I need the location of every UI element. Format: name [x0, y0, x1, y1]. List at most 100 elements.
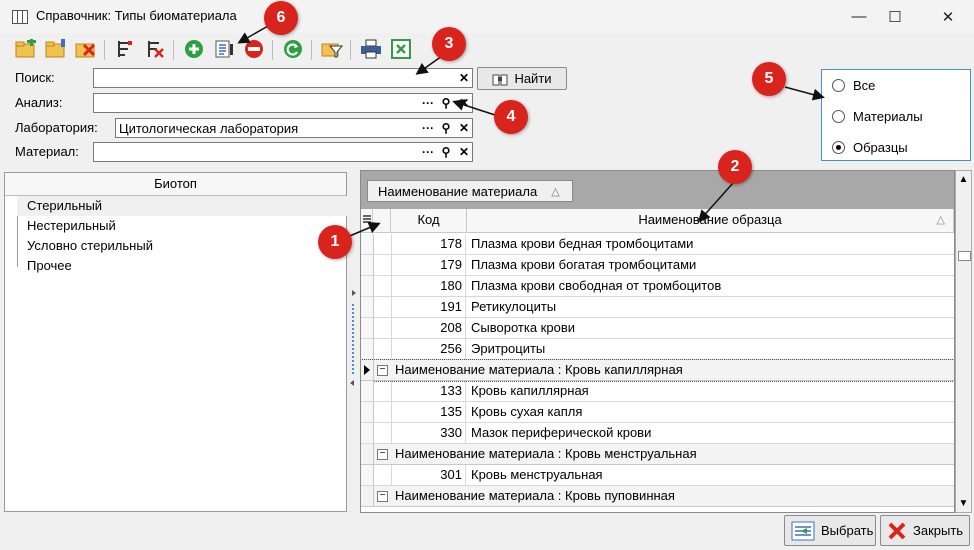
- cell-code: 135: [391, 402, 466, 422]
- close-button[interactable]: Закрыть: [880, 515, 970, 546]
- marker-6: 6: [264, 1, 298, 35]
- search-icon[interactable]: ⚲: [438, 144, 454, 160]
- row-indicator[interactable]: [361, 234, 374, 254]
- row-indicator[interactable]: [361, 297, 374, 317]
- group-row[interactable]: − Наименование материала : Кровь пуповинн…: [361, 486, 954, 507]
- material-label: Материал:: [15, 144, 79, 159]
- tree-item-conditionally-sterile[interactable]: Условно стерильный: [17, 236, 347, 256]
- collapse-group-icon[interactable]: −: [377, 449, 388, 460]
- row-indicator[interactable]: [361, 486, 374, 506]
- vertical-scrollbar[interactable]: ▲ ▼: [955, 170, 972, 513]
- search-icon[interactable]: ⚲: [438, 95, 454, 111]
- cell-name: Сыворотка крови: [471, 320, 575, 335]
- table-row[interactable]: 208 Сыворотка крови: [361, 318, 954, 339]
- column-chooser-icon[interactable]: [361, 209, 373, 233]
- table-row[interactable]: 179 Плазма крови богатая тромбоцитами: [361, 255, 954, 276]
- biotope-header[interactable]: Биотоп: [5, 173, 346, 196]
- radio-materials[interactable]: Материалы: [832, 109, 923, 124]
- row-indicator[interactable]: [361, 444, 374, 464]
- row-indicator[interactable]: [361, 276, 374, 296]
- table-row[interactable]: 191 Ретикулоциты: [361, 297, 954, 318]
- table-row[interactable]: 301 Кровь менструальная: [361, 465, 954, 486]
- collapse-group-icon[interactable]: −: [377, 491, 388, 502]
- row-indicator[interactable]: [361, 465, 374, 485]
- ellipsis-icon[interactable]: ···: [420, 120, 436, 136]
- clear-search-icon[interactable]: ✕: [456, 70, 472, 86]
- row-indicator[interactable]: [361, 381, 374, 401]
- group-row[interactable]: − Наименование материала : Кровь капилляр…: [361, 359, 954, 382]
- export-excel-button[interactable]: [389, 37, 413, 61]
- close-red-x-icon: [888, 522, 906, 539]
- search-input[interactable]: ✕: [93, 68, 473, 88]
- tree-delete-icon: [148, 41, 164, 58]
- row-indicator[interactable]: [361, 255, 374, 275]
- cell-code: 191: [391, 297, 466, 317]
- filter-folder-icon: [321, 43, 343, 58]
- delete-record-button[interactable]: [242, 37, 266, 61]
- row-indicator[interactable]: [361, 402, 374, 422]
- cell-name: Плазма крови свободная от тромбоцитов: [471, 278, 722, 293]
- group-by-chip[interactable]: Наименование материала △: [367, 180, 573, 202]
- radio-samples[interactable]: Образцы: [832, 140, 908, 155]
- maximize-button[interactable]: ☐: [872, 0, 918, 33]
- select-list-icon: [791, 521, 815, 540]
- search-icon[interactable]: ⚲: [438, 120, 454, 136]
- row-indicator[interactable]: [361, 318, 374, 338]
- cell-name: Кровь менструальная: [471, 467, 603, 482]
- tree-item-other[interactable]: Прочее: [17, 256, 347, 276]
- cell-code: 301: [391, 465, 466, 485]
- biotope-panel: Биотоп Стерильный Нестерильный Условно с…: [4, 172, 347, 512]
- group-label: Наименование материала : Кровь пуповинна…: [395, 488, 675, 503]
- find-button[interactable]: Найти: [477, 67, 567, 90]
- tree-item-sterile[interactable]: Стерильный: [17, 196, 347, 216]
- title-bar: Справочник: Типы биоматериала — ☐ ✕: [0, 0, 974, 33]
- cell-name: Кровь капиллярная: [471, 383, 589, 398]
- print-button[interactable]: [359, 37, 383, 61]
- ellipsis-icon[interactable]: ···: [420, 95, 436, 111]
- column-header-name[interactable]: Наименование образца △: [467, 209, 954, 233]
- scroll-down-icon[interactable]: ▼: [956, 495, 971, 512]
- lab-input[interactable]: Цитологическая лаборатория ··· ⚲ ✕: [115, 118, 473, 138]
- add-record-button[interactable]: [182, 37, 206, 61]
- cell-name: Ретикулоциты: [471, 299, 557, 314]
- radio-all[interactable]: Все: [832, 78, 875, 93]
- marker-5: 5: [752, 62, 786, 96]
- analysis-input[interactable]: ··· ⚲ ✕: [93, 93, 473, 113]
- edit-record-button[interactable]: [212, 37, 236, 61]
- marker-3: 3: [432, 27, 466, 61]
- row-indicator[interactable]: [361, 360, 374, 380]
- clear-material-icon[interactable]: ✕: [456, 144, 472, 160]
- table-row[interactable]: 135 Кровь сухая капля: [361, 402, 954, 423]
- material-input[interactable]: ··· ⚲ ✕: [93, 142, 473, 162]
- ellipsis-icon[interactable]: ···: [420, 144, 436, 160]
- row-indicator[interactable]: [361, 339, 374, 359]
- tree-structure-icon: [118, 41, 132, 57]
- scroll-up-icon[interactable]: ▲: [956, 171, 971, 188]
- select-button[interactable]: Выбрать: [784, 515, 876, 546]
- clear-lab-icon[interactable]: ✕: [456, 120, 472, 136]
- table-row[interactable]: 330 Мазок периферической крови: [361, 423, 954, 444]
- scroll-thumb[interactable]: [958, 251, 971, 261]
- panel-splitter[interactable]: [348, 172, 358, 512]
- edit-folder-button[interactable]: [44, 37, 68, 61]
- refresh-button[interactable]: [281, 37, 305, 61]
- add-folder-button[interactable]: [14, 37, 38, 61]
- close-window-button[interactable]: ✕: [925, 0, 971, 33]
- delete-folder-button[interactable]: [74, 37, 98, 61]
- tree-structure-button[interactable]: [113, 37, 137, 61]
- row-indicator[interactable]: [361, 423, 374, 443]
- table-row[interactable]: 256 Эритроциты: [361, 339, 954, 360]
- table-row[interactable]: 178 Плазма крови бедная тромбоцитами: [361, 234, 954, 255]
- column-header-code[interactable]: Код: [391, 209, 467, 233]
- collapse-group-icon[interactable]: −: [377, 365, 388, 376]
- table-row[interactable]: 133 Кровь капиллярная: [361, 381, 954, 402]
- samples-grid: Наименование материала △ Код Наименовани…: [360, 170, 955, 513]
- tree-item-nonsterile[interactable]: Нестерильный: [17, 216, 347, 236]
- table-row[interactable]: 180 Плазма крови свободная от тромбоцитов: [361, 276, 954, 297]
- filter-button[interactable]: [320, 37, 344, 61]
- sort-icon: △: [551, 185, 560, 198]
- marker-2: 2: [718, 150, 752, 184]
- group-row[interactable]: − Наименование материала : Кровь менструа…: [361, 444, 954, 465]
- clear-analysis-icon[interactable]: ✕: [456, 95, 472, 111]
- tree-delete-button[interactable]: [143, 37, 167, 61]
